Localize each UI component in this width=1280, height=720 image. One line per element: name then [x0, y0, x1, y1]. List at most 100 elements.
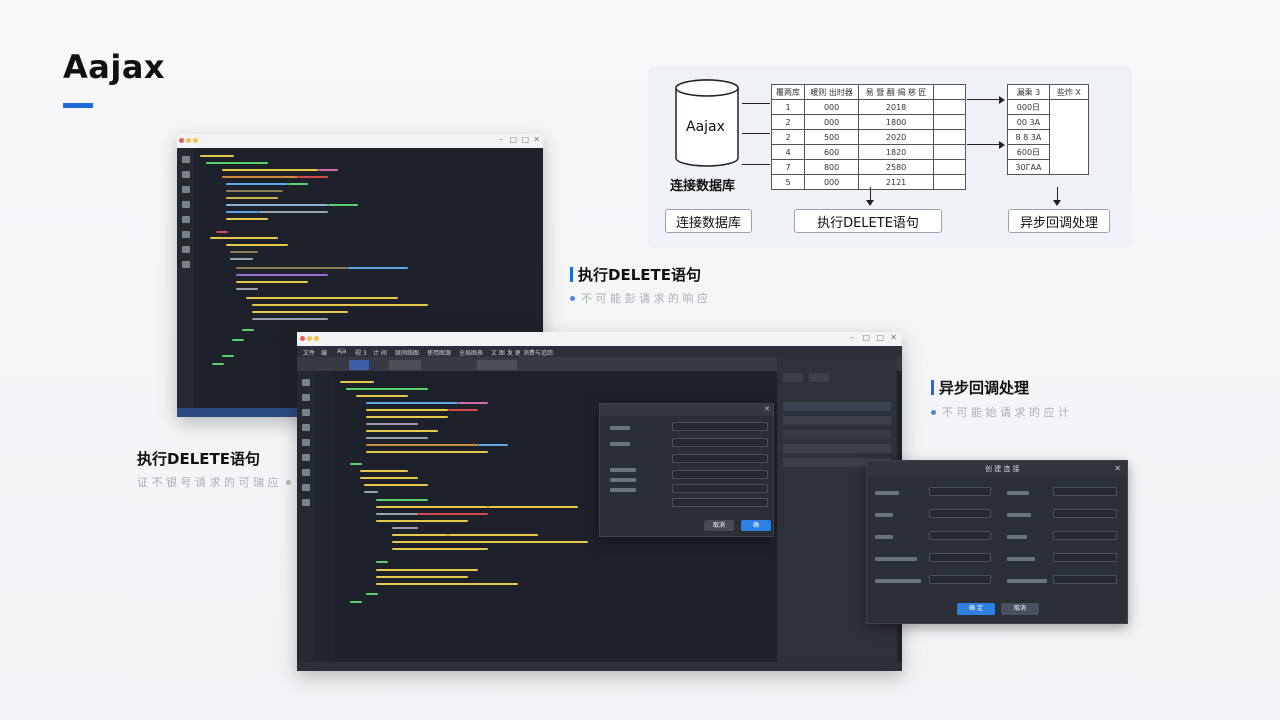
field-label — [1007, 491, 1029, 495]
menu-item[interactable]: 全局图表 — [459, 348, 483, 357]
callout-bar — [931, 380, 934, 395]
menu-item[interactable]: 联网络图 — [395, 348, 419, 357]
table-cell: 500 — [804, 129, 860, 145]
text-field[interactable] — [672, 454, 768, 463]
terminal-icon[interactable] — [181, 246, 190, 253]
debug-icon[interactable] — [181, 201, 190, 208]
menu-item[interactable]: 视 3 — [355, 348, 367, 357]
source-control-icon[interactable] — [301, 409, 310, 416]
terminal-icon[interactable] — [301, 469, 310, 476]
cancel-button[interactable]: 取消 — [704, 520, 734, 531]
callout-bar — [570, 267, 573, 282]
database-icon[interactable] — [181, 231, 190, 238]
menu-item[interactable]: 文 图 发 更 — [491, 348, 521, 357]
text-field[interactable] — [672, 422, 768, 431]
select-field[interactable] — [929, 575, 991, 584]
menu-item[interactable]: 使用图源 — [427, 348, 451, 357]
panel-row[interactable] — [783, 430, 891, 439]
select-field[interactable] — [1053, 553, 1117, 562]
field-label — [610, 426, 630, 430]
select-field[interactable] — [1053, 487, 1117, 496]
maximize-dot-icon[interactable] — [314, 336, 319, 341]
select-field[interactable] — [1053, 509, 1117, 518]
extensions-icon[interactable] — [181, 216, 190, 223]
select-field[interactable] — [929, 553, 991, 562]
database-icon[interactable] — [301, 454, 310, 461]
window-minimize-icon[interactable]: – — [850, 333, 854, 342]
select-field[interactable] — [929, 487, 991, 496]
table-cell: 2 — [770, 129, 806, 145]
table-header: 易 暨 翻 揭 慈 匠 — [858, 84, 934, 100]
window-minimize-icon[interactable]: – — [499, 135, 503, 144]
menu-item[interactable]: 计 间 — [373, 348, 387, 357]
close-icon[interactable]: ✕ — [1114, 464, 1121, 473]
confirm-button-label: 确 — [752, 522, 759, 529]
tab[interactable] — [477, 360, 517, 370]
window-restore-icon[interactable]: □ — [521, 135, 529, 144]
panel-row[interactable] — [783, 416, 891, 425]
confirm-button[interactable]: 确 定 — [957, 603, 995, 615]
window-maximize-icon[interactable]: □ — [509, 135, 517, 144]
field-label — [610, 442, 630, 446]
settings-icon[interactable] — [181, 261, 190, 268]
cancel-button[interactable]: 取消 — [1001, 603, 1039, 615]
table-cell: 2020 — [858, 129, 934, 145]
field-label — [610, 468, 636, 472]
table-row: 1 000 2018 — [770, 99, 966, 115]
account-icon[interactable] — [301, 499, 310, 506]
window-maximize-icon[interactable]: □ — [862, 333, 870, 342]
minimize-dot-icon[interactable] — [186, 138, 191, 143]
text-field[interactable] — [672, 438, 768, 447]
explorer-icon[interactable] — [301, 379, 310, 386]
extensions-icon[interactable] — [301, 439, 310, 446]
select-field[interactable] — [929, 531, 991, 540]
panel-row[interactable] — [783, 402, 891, 411]
callout-delete-main-sub: 不 可 能 彭 请 求 的 响 应 — [570, 290, 708, 306]
window-close-icon[interactable]: ✕ — [890, 333, 897, 342]
select-field[interactable] — [929, 509, 991, 518]
table-cell: 5 — [770, 174, 806, 190]
arrowhead — [999, 141, 1005, 149]
confirm-button[interactable]: 确 — [741, 520, 771, 531]
search-icon[interactable] — [301, 394, 310, 401]
text-field[interactable] — [672, 470, 768, 479]
callout-delete-main-sub-text: 不 可 能 彭 请 求 的 响 应 — [581, 292, 708, 305]
active-tab[interactable] — [349, 360, 369, 370]
field-label — [875, 513, 893, 517]
menu-item[interactable]: 消费与追踪 — [523, 348, 553, 357]
close-icon[interactable]: ✕ — [764, 405, 770, 413]
select-field[interactable] — [1053, 575, 1117, 584]
table-row: 00 3A — [1007, 114, 1090, 130]
search-icon[interactable] — [181, 171, 190, 178]
close-dot-icon[interactable] — [300, 336, 305, 341]
arrow — [967, 144, 1003, 145]
minimize-dot-icon[interactable] — [307, 336, 312, 341]
table-header: 覆两库 — [770, 84, 806, 100]
panel-tab[interactable] — [783, 373, 803, 382]
table-row: 5 000 2121 — [770, 174, 966, 190]
maximize-dot-icon[interactable] — [193, 138, 198, 143]
confirm-button-label: 确 定 — [969, 605, 983, 612]
menu-item[interactable]: 文件 — [303, 348, 315, 357]
window-close-icon[interactable]: ✕ — [533, 135, 540, 144]
field-label — [1007, 513, 1031, 517]
text-field[interactable] — [672, 484, 768, 493]
menu-item[interactable]: Aja — [337, 348, 346, 355]
text-field[interactable] — [672, 498, 768, 507]
menu-item[interactable]: 编 — [321, 348, 327, 357]
explorer-icon[interactable] — [181, 156, 190, 163]
source-control-icon[interactable] — [181, 186, 190, 193]
panel-row[interactable] — [783, 444, 891, 453]
debug-icon[interactable] — [301, 424, 310, 431]
bullet-icon — [931, 410, 936, 415]
table-cell: 1800 — [858, 114, 934, 130]
settings-icon[interactable] — [301, 484, 310, 491]
activity-bar — [177, 148, 194, 417]
window-restore-icon[interactable]: □ — [876, 333, 884, 342]
select-field[interactable] — [1053, 531, 1117, 540]
close-dot-icon[interactable] — [179, 138, 184, 143]
table-row: 7 800 2580 — [770, 159, 966, 175]
panel-tab[interactable] — [809, 373, 829, 382]
data-table: 覆两库 暖则 出时器 易 暨 翻 揭 慈 匠 1 000 2018 2 000 1800… — [770, 84, 966, 190]
tab[interactable] — [389, 360, 421, 370]
